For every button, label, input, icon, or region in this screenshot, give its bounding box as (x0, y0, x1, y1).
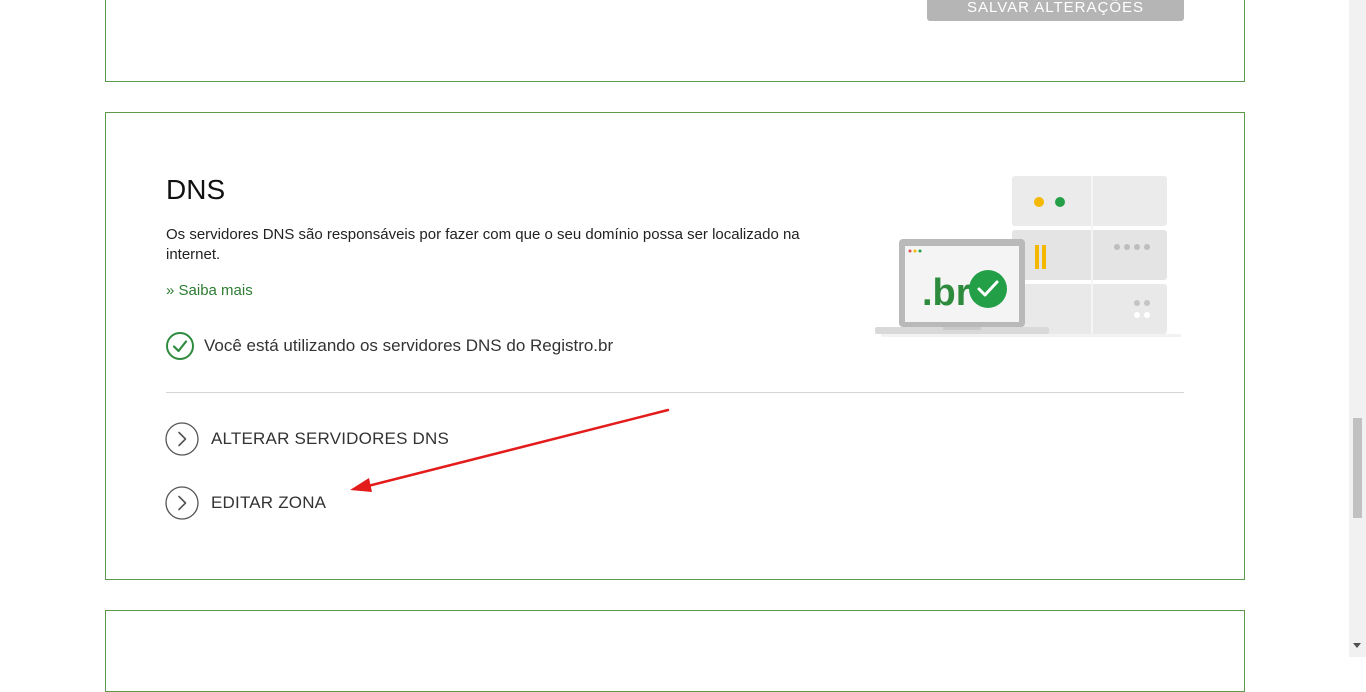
save-changes-button[interactable]: SALVAR ALTERAÇÕES (927, 0, 1184, 21)
br-logo-text: .br (922, 272, 971, 314)
chevron-right-icon (165, 486, 199, 520)
dns-status-text: Você está utilizando os servidores DNS d… (204, 336, 614, 355)
alterar-servidores-dns-label: ALTERAR SERVIDORES DNS (211, 429, 450, 448)
page-scrollbar[interactable] (1349, 0, 1366, 657)
chevron-right-icon (165, 422, 199, 456)
editar-zona-button[interactable]: EDITAR ZONA (165, 486, 326, 520)
alterar-servidores-dns-button[interactable]: ALTERAR SERVIDORES DNS (165, 422, 449, 456)
check-circle-icon (166, 332, 194, 360)
domain-settings-card: SALVAR ALTERAÇÕES (105, 0, 1245, 82)
scroll-down-arrow-icon[interactable] (1353, 643, 1361, 648)
dns-card: DNS Os servidores DNS são responsáveis p… (105, 112, 1245, 580)
scrollbar-thumb[interactable] (1353, 418, 1362, 518)
dns-servers-illustration: .br (875, 176, 1181, 337)
next-section-card (105, 610, 1245, 692)
dns-status: Você está utilizando os servidores DNS d… (166, 331, 613, 361)
dns-title: DNS (166, 174, 226, 205)
dns-description: Os servidores DNS são responsáveis por f… (166, 226, 800, 263)
saiba-mais-link[interactable]: » Saiba mais (166, 281, 253, 301)
divider (166, 392, 1184, 393)
editar-zona-label: EDITAR ZONA (211, 493, 327, 512)
